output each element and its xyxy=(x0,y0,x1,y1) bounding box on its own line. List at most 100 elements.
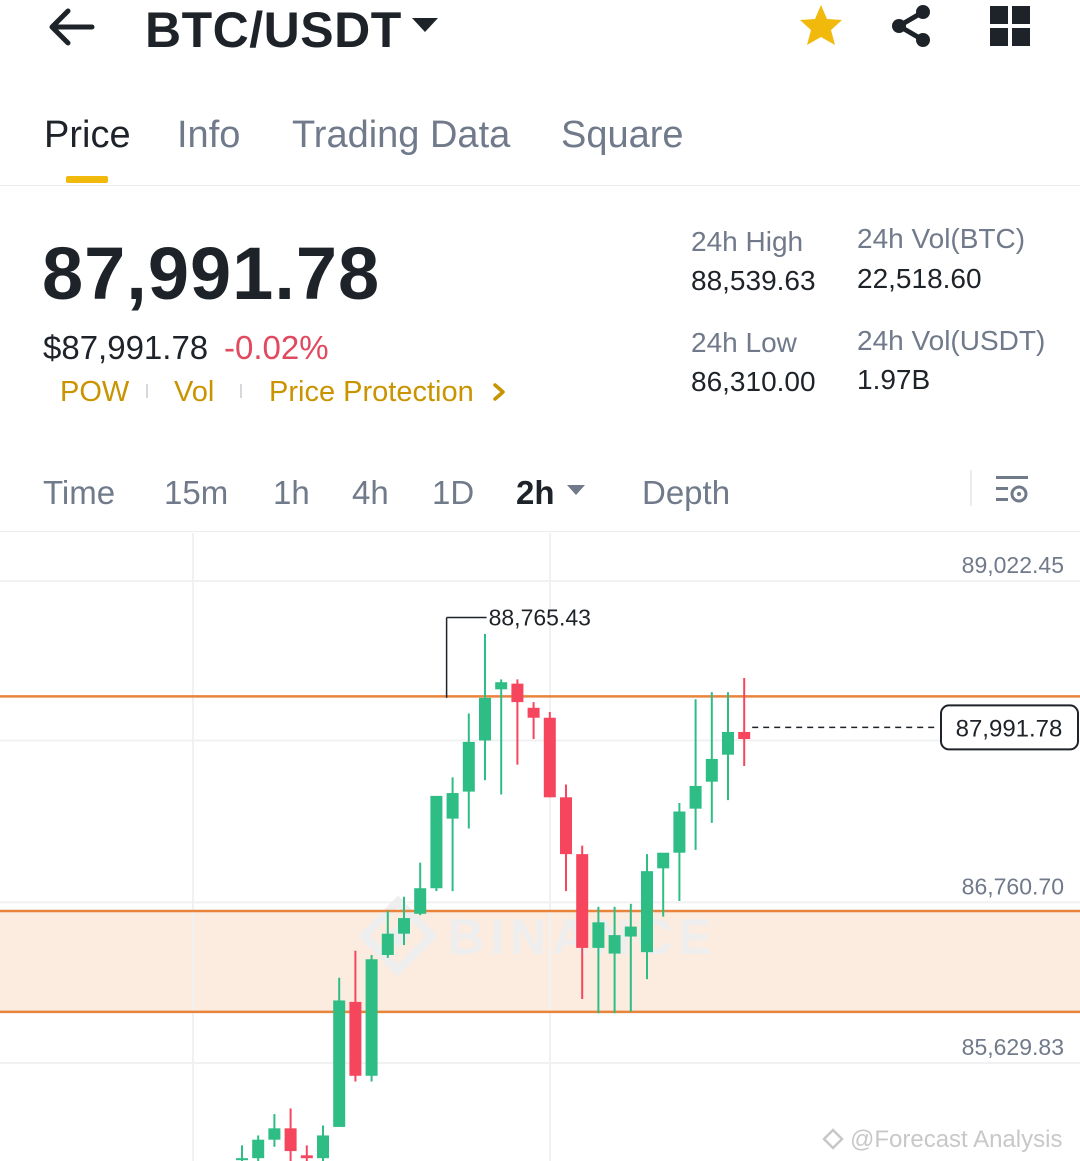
candle-up xyxy=(414,862,427,916)
stat-vol-usdt-label: 24h Vol(USDT) xyxy=(857,325,1046,356)
candle-body xyxy=(608,935,621,954)
tag-divider xyxy=(240,384,242,398)
candle-body xyxy=(560,797,572,855)
candle-up xyxy=(722,692,734,801)
axis-price-label: 89,022.45 xyxy=(962,552,1064,578)
candle-down xyxy=(300,1145,313,1161)
interval-time[interactable]: Time xyxy=(43,472,115,514)
candle-up xyxy=(446,777,459,892)
tab-info[interactable]: Info xyxy=(177,112,240,158)
candle-body xyxy=(641,871,653,953)
price-change-percent: -0.02% xyxy=(224,329,329,366)
candle-body xyxy=(333,1000,346,1127)
chevron-right-icon[interactable] xyxy=(488,378,512,406)
tab-price[interactable]: Price xyxy=(44,112,131,158)
share-icon[interactable] xyxy=(887,2,935,50)
chart-canvas[interactable]: BINANCE 88,765.4387,991.78 89,022.4586,7… xyxy=(0,533,1080,1161)
stat-low-value: 86,310.00 xyxy=(691,366,816,397)
candle-body xyxy=(365,959,378,1076)
grid-menu-icon[interactable] xyxy=(988,4,1032,48)
candle-body xyxy=(657,852,670,869)
candle-body xyxy=(462,741,475,792)
interval-15m[interactable]: 15m xyxy=(164,472,228,514)
star-icon[interactable] xyxy=(797,2,845,50)
candle-down xyxy=(543,712,556,798)
credit-overlay: @Forecast Analysis xyxy=(822,1126,1062,1153)
tag-price-protection[interactable]: Price Protection xyxy=(269,374,474,410)
candle-body xyxy=(317,1135,329,1159)
candle-body xyxy=(300,1155,313,1159)
candle-body xyxy=(284,1128,297,1152)
candlestick-chart[interactable]: BINANCE 88,765.4387,991.78 89,022.4586,7… xyxy=(0,533,1080,1161)
stat-high-label: 24h High xyxy=(691,226,804,257)
candle-body xyxy=(430,795,443,889)
candle-up xyxy=(365,955,378,1082)
candle-down xyxy=(527,702,540,740)
interval-depth[interactable]: Depth xyxy=(642,472,730,514)
candle-up xyxy=(236,1145,248,1161)
high-marker-label: 88,765.43 xyxy=(489,605,591,631)
candle-up xyxy=(673,802,686,902)
caret-down-icon[interactable] xyxy=(566,482,586,498)
candle-body xyxy=(446,793,459,819)
stat-low-label: 24h Low xyxy=(691,327,797,358)
active-tab-indicator xyxy=(66,176,108,183)
candle-up xyxy=(689,699,702,850)
candle-body xyxy=(381,933,394,956)
candle-body xyxy=(252,1139,265,1159)
candle-body xyxy=(624,926,637,937)
candle-body xyxy=(576,854,589,948)
candle-up xyxy=(317,1125,329,1161)
candle-down xyxy=(511,679,524,765)
candle-up xyxy=(268,1114,281,1147)
candle-body xyxy=(414,888,427,914)
candle-body xyxy=(673,811,686,853)
interval-divider xyxy=(970,470,972,506)
interval-2h[interactable]: 2h xyxy=(516,472,555,514)
candle-down xyxy=(738,677,751,767)
fiat-price: $87,991.78 xyxy=(43,329,209,366)
axis-price-label: 85,629.83 xyxy=(962,1034,1064,1060)
candle-body xyxy=(511,683,524,703)
candle-up xyxy=(705,692,718,823)
candle-body xyxy=(689,785,702,809)
candle-up xyxy=(430,795,443,892)
tab-trading-data[interactable]: Trading Data xyxy=(292,112,510,158)
candle-body xyxy=(349,1001,362,1076)
last-price: 87,991.78 xyxy=(42,232,381,315)
candle-up xyxy=(252,1135,265,1161)
candle-up xyxy=(462,713,475,829)
tag-divider xyxy=(146,384,148,398)
stat-vol-btc-value: 22,518.60 xyxy=(857,263,982,294)
section-tabs: Price Info Trading Data Square xyxy=(0,108,1080,186)
stat-high-value: 88,539.63 xyxy=(691,265,816,296)
caret-down-icon[interactable] xyxy=(410,12,440,38)
chart-settings-icon[interactable] xyxy=(994,472,1030,508)
current-price-tag: 87,991.78 xyxy=(956,715,1063,742)
candle-body xyxy=(592,922,605,948)
candle-body xyxy=(495,682,508,690)
candle-body xyxy=(398,918,410,934)
candle-body xyxy=(268,1128,281,1140)
candle-down xyxy=(284,1108,297,1161)
back-arrow-icon[interactable] xyxy=(44,6,100,48)
interval-bar: Time 15m 1h 4h 1D 2h Depth xyxy=(0,470,1080,532)
trading-pair-title[interactable]: BTC/USDT xyxy=(145,2,402,58)
candle-body xyxy=(722,731,734,755)
candle-body xyxy=(527,707,540,718)
chart-markers: 88,765.43 87,991.78 xyxy=(445,605,1079,751)
interval-1d[interactable]: 1D xyxy=(432,472,474,514)
interval-1h[interactable]: 1h xyxy=(273,472,310,514)
tab-square[interactable]: Square xyxy=(561,112,684,158)
tag-pow[interactable]: POW xyxy=(60,374,129,410)
candle-body xyxy=(479,697,491,741)
candle-down xyxy=(560,784,572,892)
candle-up xyxy=(657,852,670,917)
candle-up xyxy=(479,633,491,781)
credit-text: @Forecast Analysis xyxy=(850,1126,1062,1153)
interval-4h[interactable]: 4h xyxy=(352,472,389,514)
candle-body xyxy=(738,731,751,740)
candle-body xyxy=(236,1158,248,1161)
stat-vol-btc-label: 24h Vol(BTC) xyxy=(857,223,1026,254)
tag-vol[interactable]: Vol xyxy=(174,374,214,410)
